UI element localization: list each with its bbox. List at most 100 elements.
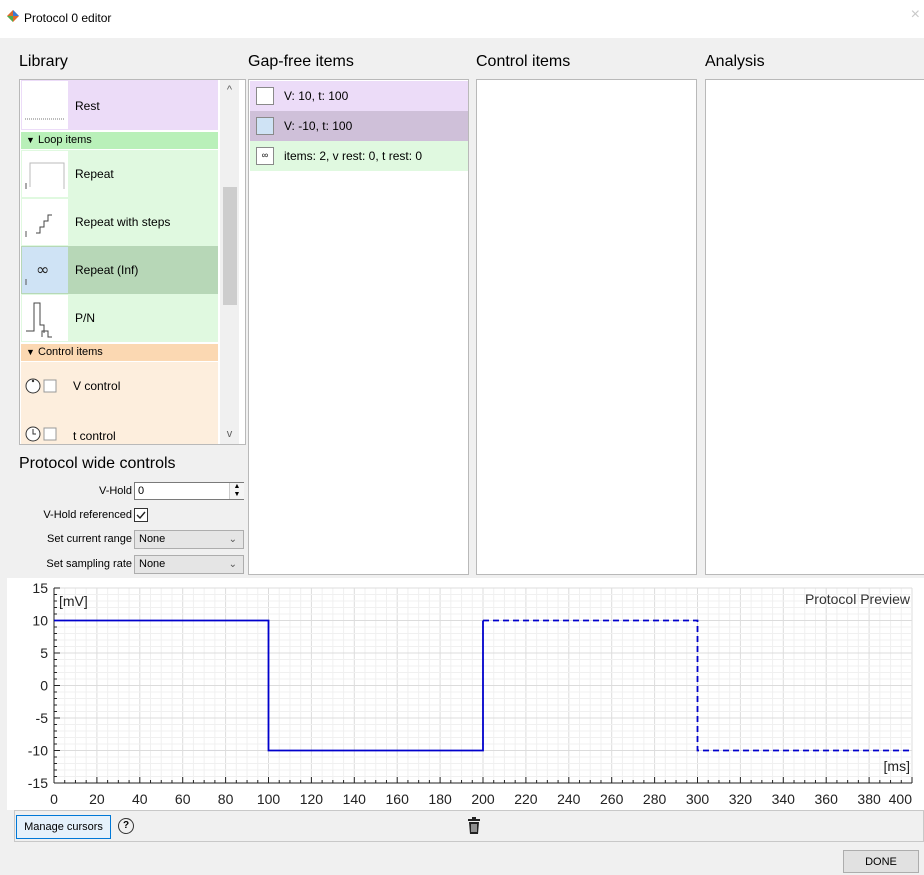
protocol-wide-heading: Protocol wide controls [19, 455, 176, 472]
library-scrollbar[interactable]: ^ v [220, 80, 239, 444]
scroll-down-icon[interactable]: v [220, 428, 239, 440]
manage-cursors-button[interactable]: Manage cursors [16, 815, 111, 839]
y-tick-label: 10 [32, 613, 48, 629]
svg-text:∞: ∞ [36, 260, 49, 279]
vhold-referenced-row: V-Hold referenced [0, 506, 246, 526]
infinity-thumbnail-icon: ∞ [22, 247, 68, 293]
x-tick-label: 140 [343, 791, 367, 807]
vhold-referenced-label: V-Hold referenced [43, 509, 132, 521]
gap-free-item-text: items: 2, v rest: 0, t rest: 0 [284, 149, 423, 163]
x-tick-label: 300 [686, 791, 710, 807]
app-icon [7, 10, 19, 22]
collapse-triangle-icon: ▼ [26, 347, 35, 357]
library-item-label: Repeat (Inf) [75, 263, 139, 277]
library-item-repeat[interactable]: Repeat [21, 150, 218, 198]
library-item-label: V control [73, 379, 121, 393]
x-tick-label: 20 [89, 791, 105, 807]
x-tick-label: 220 [514, 791, 538, 807]
x-tick-label: 360 [815, 791, 839, 807]
x-tick-label: 380 [857, 791, 881, 807]
sampling-rate-value: None [139, 558, 166, 570]
library-item-repeat-inf[interactable]: ∞ Repeat (Inf) [21, 246, 218, 294]
infinity-icon: ∞ [256, 147, 274, 165]
protocol-preview-chart[interactable]: 0 20 40 60 80 100 120 140 160 180 200 220 240 260 280 3… [7, 578, 924, 810]
rest-thumbnail-icon [22, 81, 68, 129]
vhold-label: V-Hold [98, 485, 132, 497]
library-item-rest[interactable]: Rest [21, 80, 218, 130]
x-tick-label: 400 [889, 791, 913, 807]
control-items-list[interactable] [476, 79, 697, 575]
sampling-rate-row: Set sampling rate None ⌄ [0, 555, 246, 575]
library-item-v-control[interactable]: V control [21, 362, 218, 410]
gap-free-item[interactable]: V: 10, t: 100 [250, 81, 468, 111]
x-tick-label: 0 [50, 791, 58, 807]
x-tick-label: 280 [643, 791, 667, 807]
chevron-down-icon: ⌄ [228, 534, 237, 545]
analysis-list[interactable] [705, 79, 924, 575]
x-tick-label: 120 [300, 791, 324, 807]
loop-items-header[interactable]: ▼ Loop items [21, 132, 218, 149]
chart-title: Protocol Preview [805, 591, 911, 607]
sampling-rate-select[interactable]: None ⌄ [134, 555, 244, 574]
done-button[interactable]: DONE [843, 850, 919, 873]
current-range-label: Set current range [47, 533, 132, 545]
y-tick-label: -15 [28, 775, 48, 791]
sampling-rate-label: Set sampling rate [46, 558, 132, 570]
gap-free-heading: Gap-free items [248, 53, 354, 70]
x-tick-label: 60 [175, 791, 191, 807]
control-items-header-label: Control items [38, 346, 103, 358]
y-tick-label: 15 [32, 580, 48, 596]
chevron-down-icon: ⌄ [228, 559, 237, 570]
collapse-triangle-icon: ▼ [26, 135, 35, 145]
control-items-heading: Control items [476, 53, 571, 70]
step-thumbnail-icon [256, 87, 274, 105]
repeat-steps-thumbnail-icon [22, 199, 68, 245]
loop-items-header-label: Loop items [38, 134, 92, 146]
cursor-toolbar: Manage cursors ? [14, 810, 924, 842]
pn-thumbnail-icon [22, 295, 68, 341]
analysis-heading: Analysis [705, 53, 765, 70]
vhold-referenced-checkbox[interactable] [134, 508, 148, 522]
library-item-label: Repeat with steps [75, 215, 171, 229]
x-tick-label: 180 [428, 791, 452, 807]
current-range-value: None [139, 533, 166, 545]
control-items-header[interactable]: ▼ Control items [21, 344, 218, 361]
x-tick-label: 320 [729, 791, 753, 807]
title-bar: Protocol 0 editor × [0, 0, 924, 38]
current-range-select[interactable]: None ⌄ [134, 530, 244, 549]
gap-free-item[interactable]: V: -10, t: 100 [250, 111, 468, 141]
x-tick-label: 80 [218, 791, 234, 807]
knob-thumbnail-icon [22, 363, 68, 409]
library-list[interactable]: Rest ▼ Loop items Repeat Repeat with ste… [19, 79, 246, 445]
library-item-label: Repeat [75, 167, 114, 181]
y-tick-label: -10 [28, 743, 48, 759]
library-item-t-control[interactable]: t control [21, 410, 218, 444]
window-title: Protocol 0 editor [24, 11, 112, 25]
library-heading: Library [19, 53, 68, 70]
vhold-input[interactable]: 0 [134, 482, 244, 500]
protocol-preview-svg: 0 20 40 60 80 100 120 140 160 180 200 220 240 260 280 3… [28, 580, 913, 807]
library-item-pn[interactable]: P/N [21, 294, 218, 342]
x-tick-label: 100 [257, 791, 281, 807]
gap-free-item-text: V: -10, t: 100 [284, 119, 353, 133]
y-tick-label: 0 [40, 678, 48, 694]
y-tick-label: 5 [40, 645, 48, 661]
gap-free-item[interactable]: ∞ items: 2, v rest: 0, t rest: 0 [250, 141, 468, 171]
library-item-repeat-with-steps[interactable]: Repeat with steps [21, 198, 218, 246]
gap-free-item-text: V: 10, t: 100 [284, 89, 349, 103]
y-tick-label: -5 [36, 710, 49, 726]
help-icon[interactable]: ? [118, 818, 134, 834]
spinner-icon[interactable]: ▲ ▼ [229, 483, 244, 499]
x-axis-label: [ms] [884, 758, 910, 774]
scrollbar-thumb[interactable] [223, 187, 237, 305]
library-item-label: Rest [75, 99, 100, 113]
current-range-row: Set current range None ⌄ [0, 530, 246, 550]
gap-free-list[interactable]: V: 10, t: 100 V: -10, t: 100 ∞ items: 2,… [248, 79, 469, 575]
trash-icon[interactable] [466, 817, 482, 838]
close-icon[interactable]: × [911, 6, 920, 24]
scroll-up-icon[interactable]: ^ [220, 84, 239, 96]
clock-thumbnail-icon [22, 411, 68, 444]
vhold-row: V-Hold 0 ▲ ▼ [0, 482, 246, 502]
x-tick-label: 260 [600, 791, 624, 807]
step-thumbnail-icon [256, 117, 274, 135]
